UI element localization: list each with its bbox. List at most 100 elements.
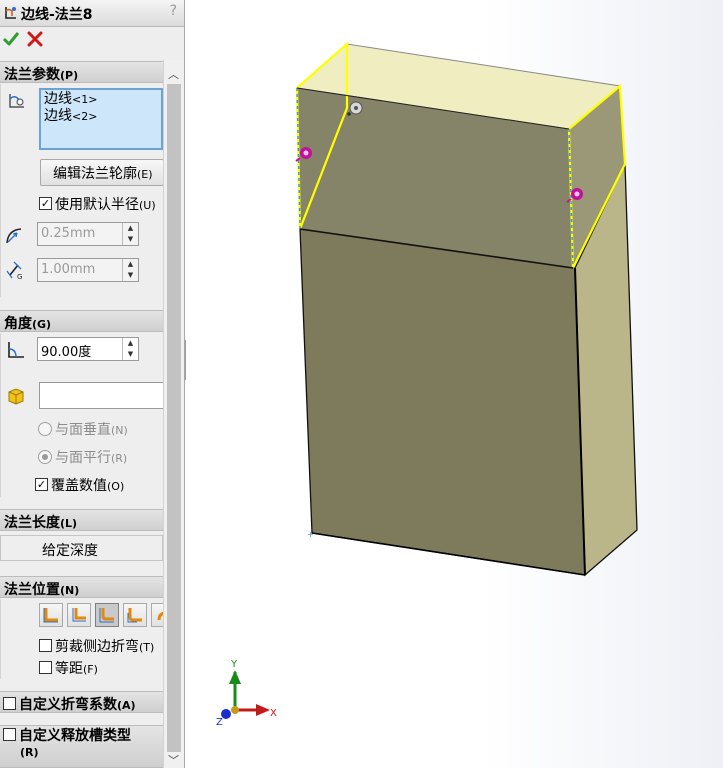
trim-side-bends-label: 剪裁侧边折弯 [55,639,139,655]
section-flange-params[interactable]: 法兰参数(P) [0,61,163,83]
section-custom-relief-type[interactable]: 自定义释放槽类型 (R) [0,725,163,768]
stepper-up-icon[interactable]: ▲ [123,259,138,270]
override-value-label: 覆盖数值 [51,478,107,494]
edit-flange-profile-key: (E) [137,168,153,181]
parallel-label: 与面平行 [55,450,111,466]
section-flange-position[interactable]: 法兰位置(N) [0,576,163,598]
offset-checkbox[interactable]: 等距(F) [39,658,98,678]
trim-side-bends-key: (T) [139,641,155,654]
edit-flange-profile-label: 编辑法兰轮廓 [53,166,137,182]
flange-angle-value: 90.00度 [41,345,92,360]
face-reference-icon [8,388,24,405]
model-view[interactable]: + Y X Z [186,0,723,768]
parallel-radio-dot[interactable] [38,450,52,464]
stepper-up-icon[interactable]: ▲ [123,338,138,349]
section-flange-params-title: 法兰参数 [4,67,60,83]
gap-distance-field[interactable]: 1.00mm ▲ ▼ [37,258,139,282]
scrollbar-thumb[interactable] [167,84,181,752]
edge-selection-icon [9,94,24,108]
help-icon[interactable]: ? [170,3,177,19]
flange-angle-icon [8,342,24,358]
ok-checkmark-icon[interactable] [2,30,20,48]
stepper-up-icon[interactable]: ▲ [123,223,138,234]
base-front-face[interactable] [299,228,586,576]
perpendicular-radio-dot[interactable] [38,422,52,436]
material-inside-icon [43,608,58,623]
bend-radius-icon [6,228,22,244]
section-flange-length-key: (L) [60,517,78,530]
feature-title: 边线-法兰8 [21,7,93,23]
parallel-to-face-radio[interactable]: 与面平行(R) [38,447,127,467]
flange-angle-stepper[interactable]: ▲ ▼ [122,338,138,360]
section-angle-title: 角度 [4,316,32,332]
offset-key: (F) [83,663,98,676]
use-default-radius-box[interactable] [39,197,52,210]
bend-radius-stepper[interactable]: ▲ ▼ [122,223,138,245]
list-item[interactable]: 边线<2> [44,108,158,125]
use-default-radius-label: 使用默认半径 [55,197,139,213]
position-material-inside-button[interactable] [39,603,63,627]
override-value-box[interactable] [35,478,48,491]
stepper-down-icon[interactable]: ▼ [123,234,138,245]
position-bend-outside-button[interactable] [95,603,119,627]
edge-1-index: <1> [72,93,98,106]
material-outside-icon [72,608,86,622]
section-custom-bend-allowance[interactable]: 自定义折弯系数(A) [0,691,163,713]
perpendicular-key: (N) [111,424,128,437]
custom-bend-allowance-box[interactable] [3,697,16,710]
custom-relief-type-label: 自定义释放槽类型 [19,728,131,744]
gap-distance-icon: G [6,261,22,281]
use-default-radius-checkbox[interactable]: 使用默认半径(U) [39,194,156,214]
perpendicular-to-face-radio[interactable]: 与面垂直(N) [38,419,128,439]
flange-angle-field[interactable]: 90.00度 ▲ ▼ [37,337,139,361]
position-material-outside-button[interactable] [67,603,91,627]
section-angle[interactable]: 角度(G) [0,310,163,332]
section-angle-key: (G) [32,318,52,331]
edge-2-index: <2> [72,110,98,123]
edge-flange-icon [5,7,16,19]
stepper-down-icon[interactable]: ▼ [123,349,138,360]
override-value-key: (O) [107,480,125,493]
section-flange-params-key: (P) [60,69,79,82]
bend-radius-field[interactable]: 0.25mm ▲ ▼ [37,222,139,246]
cancel-x-icon[interactable] [27,31,43,47]
custom-relief-type-box[interactable] [3,728,16,741]
trim-side-bends-box[interactable] [39,639,52,652]
section-flange-length-title: 法兰长度 [4,515,60,531]
end-condition-dropdown[interactable]: 给定深度 [0,535,163,561]
edge-2-label: 边线 [44,108,72,124]
edge-1-label: 边线 [44,91,72,107]
virtual-sharp-icon [127,608,142,623]
scroll-down-chevron-icon[interactable]: ﹀ [168,752,179,768]
axis-triad: Y X Z [216,659,277,728]
custom-bend-allowance-label: 自定义折弯系数 [19,697,117,713]
trim-side-bends-checkbox[interactable]: 剪裁侧边折弯(T) [39,636,154,656]
perpendicular-label: 与面垂直 [55,422,111,438]
edit-flange-profile-button[interactable]: 编辑法兰轮廓(E) [40,159,164,186]
parallel-key: (R) [111,452,128,465]
use-default-radius-key: (U) [139,199,156,212]
property-manager-titlebar: 边线-法兰8 ? [0,0,184,27]
edges-selection-list[interactable]: 边线<1> 边线<2> [39,88,163,150]
end-condition-value: 给定深度 [42,543,98,559]
scroll-up-chevron-icon[interactable]: ︿ [168,66,179,82]
section-flange-length[interactable]: 法兰长度(L) [0,509,163,531]
list-item[interactable]: 边线<1> [44,91,158,108]
triad-x-label: X [270,708,277,719]
stepper-down-icon[interactable]: ▼ [123,270,138,281]
reference-face-selection[interactable] [39,382,164,409]
position-bend-from-virtual-sharp-button[interactable] [123,603,147,627]
graphics-area[interactable]: + Y X Z [186,0,723,768]
override-value-checkbox[interactable]: 覆盖数值(O) [35,475,124,495]
gap-distance-stepper[interactable]: ▲ ▼ [122,259,138,281]
offset-box[interactable] [39,661,52,674]
bend-outside-icon [99,608,114,623]
triad-y-label: Y [230,659,238,670]
property-manager: 边线-法兰8 ? 法兰参数(P) 边线<1> 边线<2> 编辑法兰轮廓(E) 使… [0,0,185,768]
bend-radius-value: 0.25mm [41,226,96,241]
panel-scrollbar[interactable]: ︿ ﹀ [163,60,184,768]
svg-text:+: + [307,530,314,539]
custom-relief-type-key: (R) [20,746,39,759]
svg-text:G: G [17,273,22,281]
section-flange-position-title: 法兰位置 [4,582,60,598]
